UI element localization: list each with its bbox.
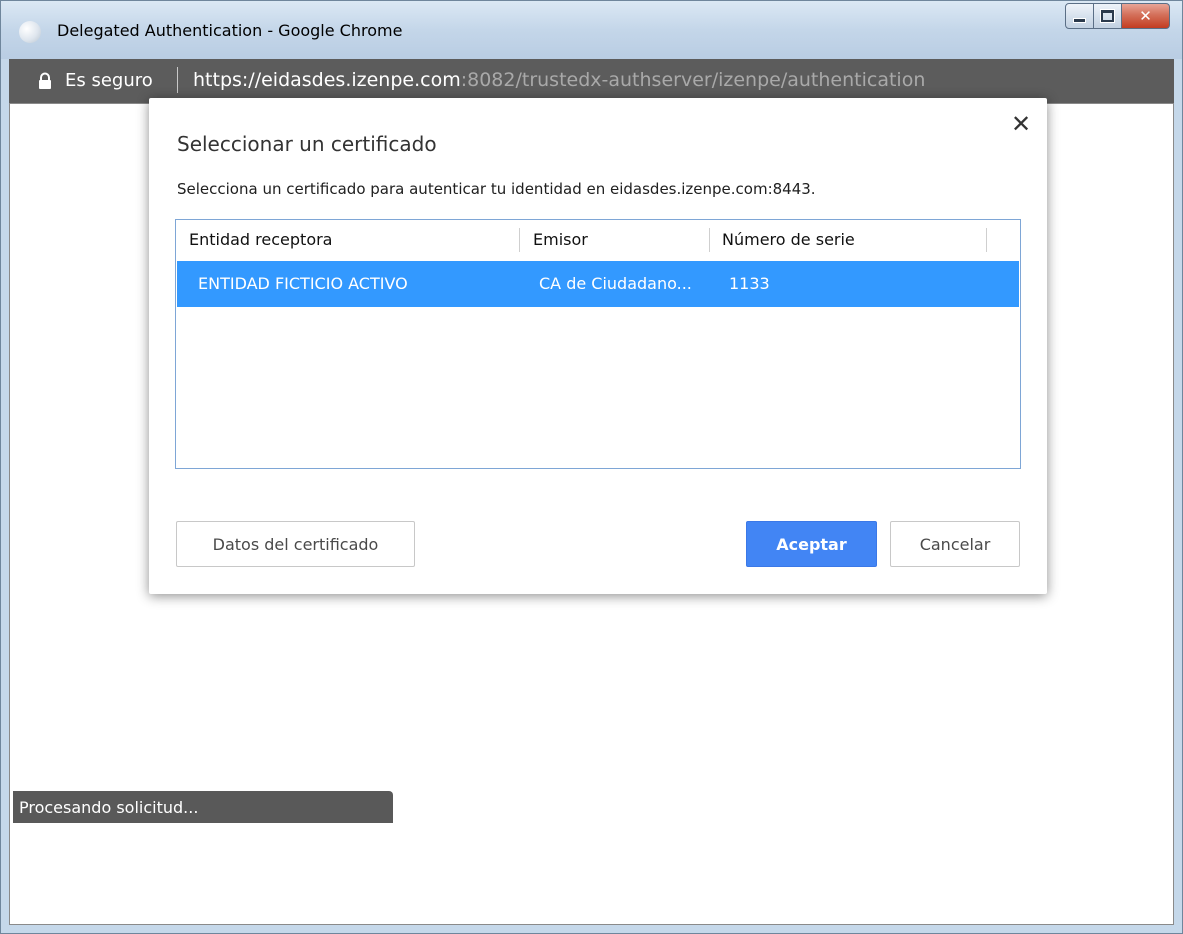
- window-close-button[interactable]: ✕: [1122, 3, 1170, 29]
- chrome-app-icon: [19, 21, 41, 43]
- table-header: Entidad receptora Emisor Número de serie: [176, 220, 1020, 260]
- minimize-icon: [1073, 17, 1086, 23]
- url-text[interactable]: https://eidasdes.izenpe.com:8082/trusted…: [193, 69, 925, 91]
- cell-issuer: CA de Ciudadano...: [539, 274, 692, 293]
- url-host: https://eidasdes.izenpe.com: [193, 69, 461, 91]
- browser-window: Delegated Authentication - Google Chrome…: [0, 0, 1183, 934]
- address-divider: [177, 67, 178, 93]
- column-header-issuer[interactable]: Emisor: [533, 230, 588, 249]
- window-title: Delegated Authentication - Google Chrome: [57, 21, 403, 40]
- address-bar[interactable]: Es seguro https://eidasdes.izenpe.com:80…: [9, 59, 1174, 103]
- column-header-subject[interactable]: Entidad receptora: [189, 230, 332, 249]
- maximize-button[interactable]: [1094, 3, 1122, 29]
- maximize-icon: [1100, 9, 1115, 23]
- dialog-description: Selecciona un certificado para autentica…: [177, 180, 816, 198]
- column-divider[interactable]: [709, 228, 710, 252]
- window-controls: ✕: [1065, 3, 1170, 29]
- column-header-serial[interactable]: Número de serie: [722, 230, 855, 249]
- column-divider[interactable]: [519, 228, 520, 252]
- cell-subject: ENTIDAD FICTICIO ACTIVO: [198, 274, 408, 293]
- cancel-button[interactable]: Cancelar: [890, 521, 1020, 567]
- certificate-table[interactable]: Entidad receptora Emisor Número de serie…: [175, 219, 1021, 469]
- close-icon: ✕: [1139, 7, 1152, 25]
- status-bubble: Procesando solicitud...: [13, 791, 393, 823]
- dialog-close-button[interactable]: ✕: [1009, 112, 1033, 136]
- column-divider[interactable]: [986, 228, 987, 252]
- certificate-dialog: ✕ Seleccionar un certificado Selecciona …: [149, 98, 1047, 594]
- accept-button[interactable]: Aceptar: [746, 521, 877, 567]
- close-icon: ✕: [1010, 110, 1032, 138]
- url-path: :8082/trustedx-authserver/izenpe/authent…: [460, 69, 926, 91]
- minimize-button[interactable]: [1065, 3, 1094, 29]
- dialog-title: Seleccionar un certificado: [177, 132, 437, 156]
- lock-icon: [39, 72, 51, 89]
- cell-serial: 1133: [729, 274, 770, 293]
- status-text: Procesando solicitud...: [19, 798, 199, 817]
- certificate-details-button[interactable]: Datos del certificado: [176, 521, 415, 567]
- title-bar[interactable]: Delegated Authentication - Google Chrome…: [1, 1, 1182, 59]
- security-status-label[interactable]: Es seguro: [65, 70, 153, 91]
- table-row[interactable]: ENTIDAD FICTICIO ACTIVO CA de Ciudadano.…: [177, 261, 1019, 307]
